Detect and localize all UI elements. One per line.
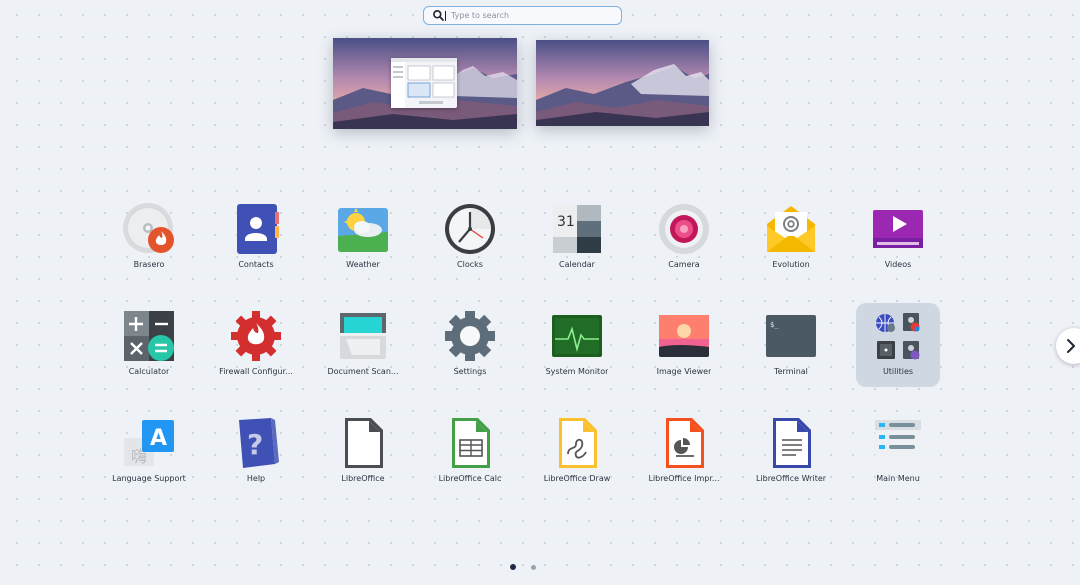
- app-main-menu[interactable]: Main Menu: [852, 410, 944, 494]
- app-label: Brasero: [133, 260, 165, 269]
- chevron-right-icon: [1067, 339, 1075, 353]
- app-label: LibreOffice Draw: [543, 474, 611, 483]
- app-camera[interactable]: Camera: [638, 196, 730, 280]
- app-label: Utilities: [882, 367, 914, 376]
- app-system-monitor[interactable]: System Monitor: [531, 303, 623, 387]
- calendar-icon: 31: [550, 202, 604, 256]
- help-icon: ?: [229, 416, 283, 470]
- app-clocks[interactable]: Clocks: [424, 196, 516, 280]
- next-page-button[interactable]: [1056, 328, 1080, 364]
- main-menu-icon: [871, 416, 925, 470]
- app-label: Contacts: [238, 260, 274, 269]
- app-help[interactable]: ? Help: [210, 410, 302, 494]
- window-preview: [391, 58, 457, 108]
- libreoffice-draw-icon: [550, 416, 604, 470]
- contacts-icon: [229, 202, 283, 256]
- app-label: LibreOffice Impr...: [648, 474, 720, 483]
- text-caret: [445, 11, 446, 21]
- app-label: Main Menu: [876, 474, 920, 483]
- app-label: Clocks: [457, 260, 483, 269]
- brasero-disc-icon: [122, 202, 176, 256]
- scanner-icon: [336, 309, 390, 363]
- workspace-thumbnail-1[interactable]: [333, 38, 517, 129]
- camera-icon: [657, 202, 711, 256]
- app-label: LibreOffice: [341, 474, 385, 483]
- search-input[interactable]: [451, 11, 621, 20]
- app-contacts[interactable]: Contacts: [210, 196, 302, 280]
- wallpaper-image: [536, 40, 709, 126]
- app-evolution[interactable]: Evolution: [745, 196, 837, 280]
- app-document-scanner[interactable]: Document Scan...: [317, 303, 409, 387]
- terminal-prompt: $_: [770, 321, 779, 329]
- app-brasero[interactable]: Brasero: [103, 196, 195, 280]
- app-utilities-folder[interactable]: Utilities: [856, 303, 940, 387]
- app-weather[interactable]: Weather: [317, 196, 409, 280]
- app-label: Image Viewer: [656, 367, 712, 376]
- app-label: Camera: [668, 260, 700, 269]
- app-libreoffice[interactable]: LibreOffice: [317, 410, 409, 494]
- app-firewall-configuration[interactable]: Firewall Configur...: [210, 303, 302, 387]
- libreoffice-impress-icon: [657, 416, 711, 470]
- libreoffice-calc-icon: [443, 416, 497, 470]
- libreoffice-icon: [336, 416, 390, 470]
- app-calculator[interactable]: Calculator: [103, 303, 195, 387]
- app-label: Terminal: [774, 367, 808, 376]
- app-calendar[interactable]: 31 Calendar: [531, 196, 623, 280]
- app-label: Settings: [453, 367, 487, 376]
- libreoffice-writer-icon: [764, 416, 818, 470]
- app-terminal[interactable]: $_ Terminal: [745, 303, 837, 387]
- app-label: LibreOffice Writer: [755, 474, 827, 483]
- app-language-support[interactable]: 嗨 A Language Support: [103, 410, 195, 494]
- app-label: System Monitor: [545, 367, 609, 376]
- weather-icon: [336, 202, 390, 256]
- video-play-icon: [871, 202, 925, 256]
- utilities-folder-icon: [871, 309, 925, 363]
- gear-icon: [443, 309, 497, 363]
- app-videos[interactable]: Videos: [852, 196, 944, 280]
- terminal-icon: $_: [764, 309, 818, 363]
- app-label: Videos: [884, 260, 912, 269]
- app-libreoffice-draw[interactable]: LibreOffice Draw: [531, 410, 623, 494]
- question-mark: ?: [247, 428, 263, 461]
- app-label: LibreOffice Calc: [438, 474, 502, 483]
- system-monitor-icon: [550, 309, 604, 363]
- app-label: Language Support: [112, 474, 186, 483]
- app-libreoffice-impress[interactable]: LibreOffice Impr...: [638, 410, 730, 494]
- page-indicator-2[interactable]: [531, 565, 536, 570]
- glyph-a: A: [150, 426, 167, 451]
- calculator-icon: [122, 309, 176, 363]
- firewall-gear-icon: [229, 309, 283, 363]
- app-label: Evolution: [772, 260, 810, 269]
- app-libreoffice-calc[interactable]: LibreOffice Calc: [424, 410, 516, 494]
- app-label: Firewall Configur...: [219, 367, 293, 376]
- workspace-thumbnail-2[interactable]: [536, 40, 709, 126]
- app-label: Document Scan...: [327, 367, 399, 376]
- mail-envelope-icon: [764, 202, 818, 256]
- search-icon: [433, 10, 444, 21]
- app-image-viewer[interactable]: Image Viewer: [638, 303, 730, 387]
- calendar-day: 31: [557, 214, 575, 230]
- search-bar[interactable]: [423, 6, 622, 25]
- app-settings[interactable]: Settings: [424, 303, 516, 387]
- app-label: Weather: [346, 260, 380, 269]
- app-label: Calendar: [559, 260, 595, 269]
- app-label: Help: [246, 474, 266, 483]
- clock-icon: [443, 202, 497, 256]
- app-libreoffice-writer[interactable]: LibreOffice Writer: [745, 410, 837, 494]
- app-label: Calculator: [128, 367, 170, 376]
- image-viewer-icon: [657, 309, 711, 363]
- page-indicator-1[interactable]: [510, 564, 516, 570]
- language-support-icon: 嗨 A: [122, 416, 176, 470]
